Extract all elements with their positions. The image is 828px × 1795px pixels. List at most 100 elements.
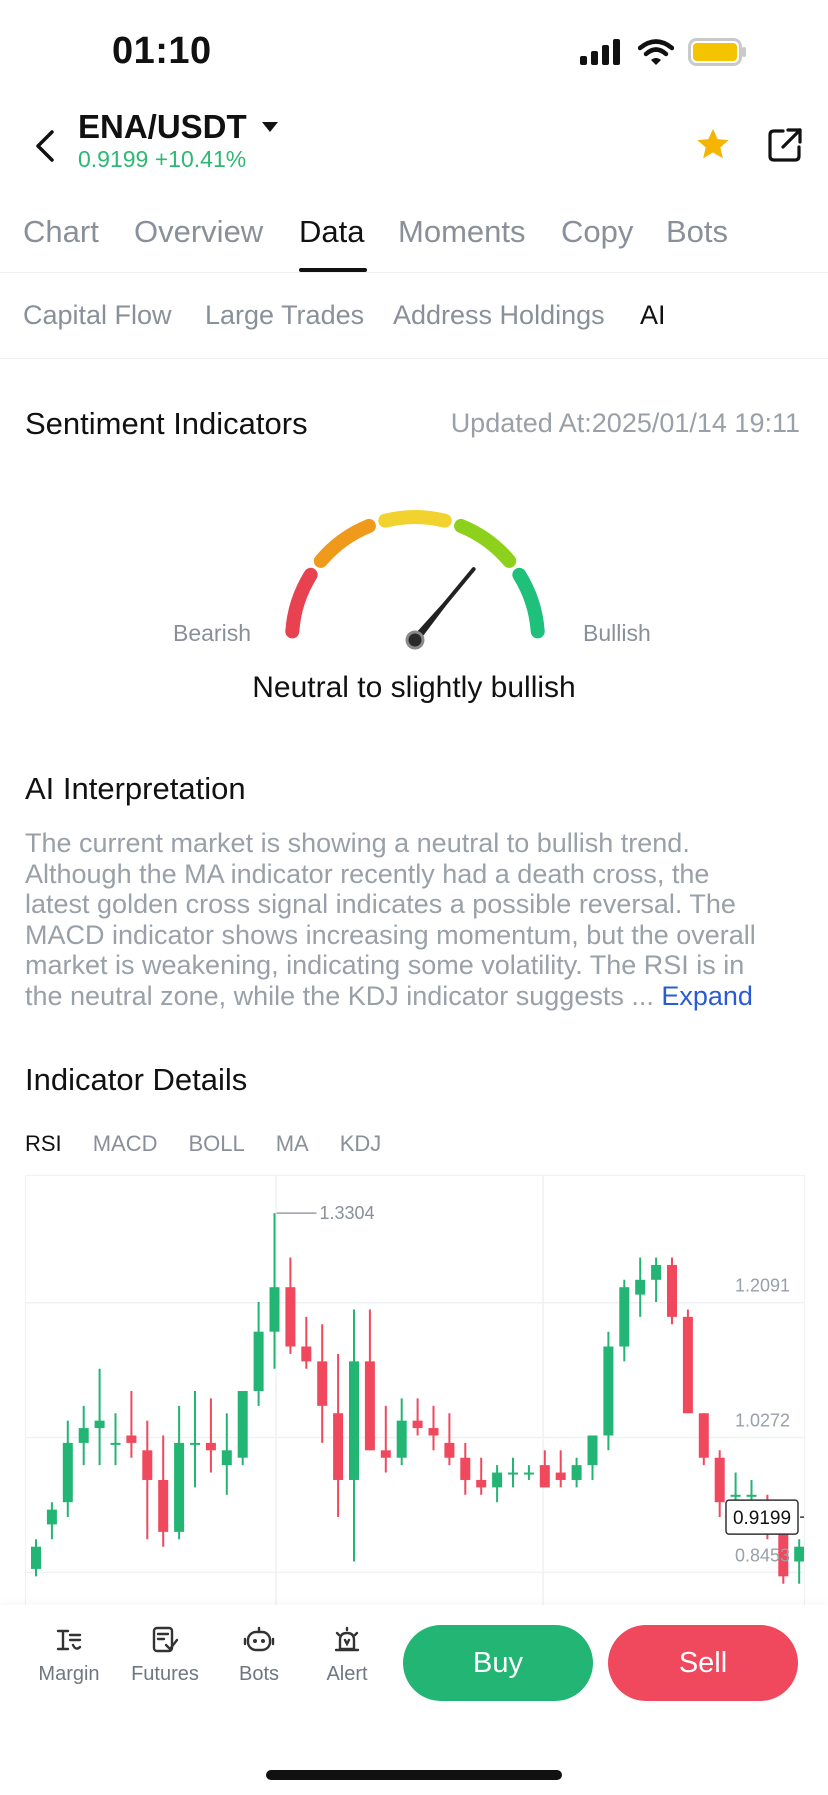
subtab-large-trades[interactable]: Large Trades xyxy=(205,300,364,331)
candle-body xyxy=(364,1361,375,1451)
gauge-segment xyxy=(313,518,376,568)
y-tick-label: 1.2091 xyxy=(735,1276,790,1296)
candle-body xyxy=(523,1472,534,1475)
status-icons xyxy=(580,38,748,66)
y-tick-label: 1.0272 xyxy=(735,1411,790,1431)
candlestick-chart[interactable]: 1.2091 1.0272 0.8453 1.3304 0.9199 xyxy=(25,1175,805,1607)
candle-body xyxy=(301,1346,312,1362)
signal-icon xyxy=(580,39,620,65)
candle-body xyxy=(174,1442,185,1532)
pair-selector[interactable]: ENA/USDT xyxy=(78,108,279,146)
alert-icon xyxy=(334,1626,360,1652)
candle-body xyxy=(158,1479,169,1532)
data-subtabs: Capital Flow Large Trades Address Holdin… xyxy=(0,272,828,359)
candle-body xyxy=(730,1494,741,1497)
candle-body xyxy=(205,1442,216,1451)
pair-price-change: 0.9199 +10.41% xyxy=(78,146,246,173)
candle-body xyxy=(142,1450,153,1480)
candle-body xyxy=(237,1391,248,1458)
nav-margin[interactable]: Margin xyxy=(29,1625,109,1686)
gauge-segment xyxy=(378,510,452,528)
ai-interpretation-text: The current market is showing a neutral … xyxy=(25,828,805,1012)
indicator-tab-boll[interactable]: BOLL xyxy=(188,1131,244,1157)
candle-body xyxy=(221,1450,232,1466)
share-icon[interactable] xyxy=(766,126,804,164)
bottom-action-bar: Margin Futures Bots Alert Buy Sell xyxy=(0,1605,828,1795)
sentiment-title: Sentiment Indicators xyxy=(25,406,308,441)
gauge-segment xyxy=(285,567,318,639)
candle-body xyxy=(539,1465,550,1488)
candle-body xyxy=(428,1428,439,1436)
candle-body xyxy=(794,1546,804,1562)
indicator-tabs: RSI MACD BOLL MA KDJ xyxy=(25,1131,412,1157)
subtab-address-holdings[interactable]: Address Holdings xyxy=(393,300,605,331)
bots-icon xyxy=(243,1626,275,1652)
bearish-label: Bearish xyxy=(173,620,251,646)
pair-name: ENA/USDT xyxy=(78,108,247,145)
candle-body xyxy=(746,1494,757,1497)
nav-alert[interactable]: Alert xyxy=(307,1625,387,1686)
sell-button[interactable]: Sell xyxy=(608,1625,798,1701)
bullish-label: Bullish xyxy=(583,620,651,646)
ai-line: latest golden cross signal indicates a p… xyxy=(25,889,736,920)
candlestick-svg: 1.2091 1.0272 0.8453 1.3304 0.9199 xyxy=(26,1176,804,1606)
ai-line: the neutral zone, while the KDJ indicato… xyxy=(25,980,662,1011)
tab-overview[interactable]: Overview xyxy=(134,214,263,250)
candle-body xyxy=(349,1361,359,1480)
indicator-tab-macd[interactable]: MACD xyxy=(93,1131,158,1157)
tab-moments[interactable]: Moments xyxy=(398,214,525,250)
y-tick-label: 0.8453 xyxy=(735,1545,790,1565)
ai-line-last: the neutral zone, while the KDJ indicato… xyxy=(25,981,805,1012)
indicator-tab-rsi[interactable]: RSI xyxy=(25,1131,62,1157)
futures-icon xyxy=(152,1626,179,1653)
sentiment-verdict: Neutral to slightly bullish xyxy=(252,671,576,704)
candle-body xyxy=(396,1420,407,1458)
gauge-arcs xyxy=(285,510,545,639)
candle-body xyxy=(603,1346,614,1436)
candle-body xyxy=(285,1287,296,1347)
candle-body xyxy=(508,1472,518,1475)
candles xyxy=(31,1213,804,1584)
candle-body xyxy=(651,1264,662,1280)
candle-body xyxy=(94,1420,105,1429)
battery-icon xyxy=(688,38,746,66)
candle-body xyxy=(412,1420,423,1429)
back-arrow-icon[interactable] xyxy=(28,126,62,166)
ai-line: MACD indicator shows increasing momentum… xyxy=(25,919,756,950)
tab-data[interactable]: Data xyxy=(299,214,364,250)
candle-body xyxy=(269,1287,280,1332)
gauge-needle-body xyxy=(411,569,474,643)
candle-body xyxy=(698,1413,709,1458)
candle-body xyxy=(555,1472,566,1480)
subtab-capital-flow[interactable]: Capital Flow xyxy=(23,300,172,331)
ai-line: Although the MA indicator recently had a… xyxy=(25,858,710,889)
favorite-star-icon[interactable] xyxy=(694,126,732,164)
main-tabs: Chart Overview Data Moments Copy Bots xyxy=(0,208,828,273)
pair-price: 0.9199 xyxy=(78,146,149,172)
nav-bots-label: Bots xyxy=(238,1663,280,1685)
indicator-details-title: Indicator Details xyxy=(25,1062,248,1097)
nav-alert-label: Alert xyxy=(326,1663,368,1685)
buy-button[interactable]: Buy xyxy=(403,1625,593,1701)
tab-chart[interactable]: Chart xyxy=(23,214,99,250)
indicator-tab-kdj[interactable]: KDJ xyxy=(340,1131,382,1157)
nav-futures[interactable]: Futures xyxy=(125,1625,205,1686)
candle-body xyxy=(46,1509,57,1525)
subtab-ai[interactable]: AI xyxy=(640,300,666,331)
tab-copy[interactable]: Copy xyxy=(561,214,633,250)
candle-body xyxy=(492,1472,503,1488)
pair-change: +10.41% xyxy=(154,146,247,172)
tab-bots[interactable]: Bots xyxy=(666,214,728,250)
candle-body xyxy=(682,1316,693,1414)
indicator-tab-ma[interactable]: MA xyxy=(276,1131,309,1157)
high-price-label: 1.3304 xyxy=(320,1203,375,1223)
expand-link[interactable]: Expand xyxy=(661,981,753,1011)
margin-icon xyxy=(56,1629,82,1651)
candle-body xyxy=(714,1457,725,1503)
last-price-label: 0.9199 xyxy=(733,1508,791,1529)
gauge-hub xyxy=(405,630,425,650)
wifi-icon xyxy=(638,39,674,65)
nav-bots[interactable]: Bots xyxy=(219,1625,299,1686)
sentiment-gauge xyxy=(285,510,545,650)
candle-body xyxy=(571,1465,582,1480)
